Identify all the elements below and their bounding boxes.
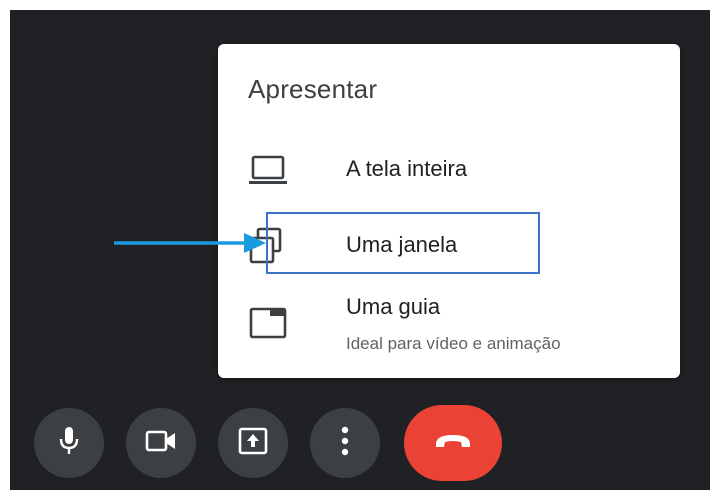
present-screen-icon bbox=[238, 427, 268, 460]
highlight-box bbox=[266, 212, 540, 274]
menu-item-label: A tela inteira bbox=[346, 156, 468, 181]
end-call-icon bbox=[433, 431, 473, 456]
arrow-icon bbox=[112, 230, 268, 261]
menu-item-label: Uma guia bbox=[346, 294, 441, 319]
end-call-button[interactable] bbox=[404, 405, 502, 481]
more-options-icon bbox=[341, 426, 349, 461]
tab-icon bbox=[248, 306, 288, 345]
laptop-icon bbox=[248, 154, 288, 191]
present-menu: Apresentar A tela inteira Uma janela Uma… bbox=[218, 44, 680, 378]
present-now-button[interactable] bbox=[218, 408, 288, 478]
mic-icon bbox=[57, 426, 81, 461]
menu-title: Apresentar bbox=[248, 74, 378, 104]
camera-button[interactable] bbox=[126, 408, 196, 478]
more-options-button[interactable] bbox=[310, 408, 380, 478]
mic-button[interactable] bbox=[34, 408, 104, 478]
menu-item-subtitle: Ideal para vídeo e animação bbox=[346, 334, 561, 353]
camera-icon bbox=[145, 429, 177, 458]
menu-item-entire-screen[interactable]: A tela inteira bbox=[218, 140, 680, 202]
menu-item-tab[interactable]: Uma guia Ideal para vídeo e animação bbox=[218, 288, 680, 366]
call-controls bbox=[0, 405, 720, 481]
